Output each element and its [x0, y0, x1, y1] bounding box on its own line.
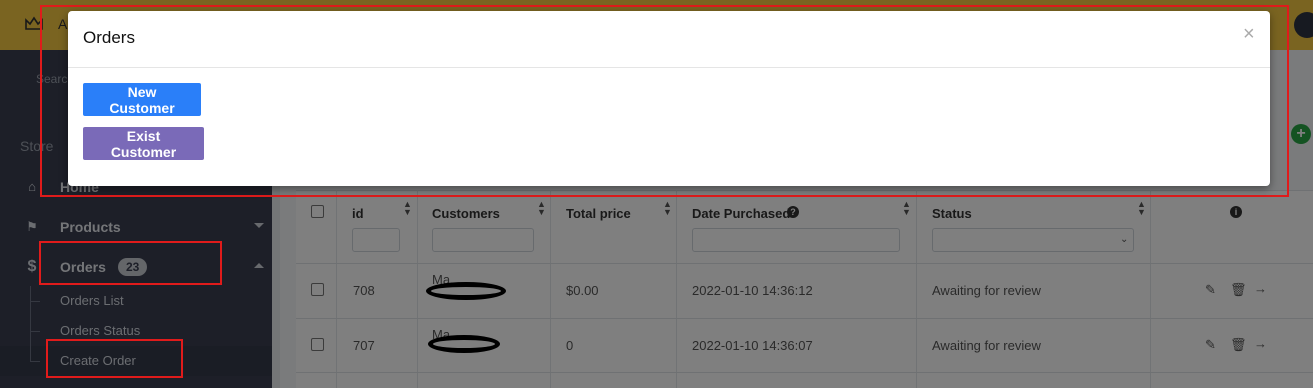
modal-title: Orders: [83, 28, 135, 47]
annotation-box-orders: [39, 241, 222, 285]
orders-modal: Orders × New Customer Exist Customer: [68, 11, 1270, 186]
exist-customer-button[interactable]: Exist Customer: [83, 127, 204, 160]
new-customer-button[interactable]: New Customer: [83, 83, 201, 116]
modal-header: Orders ×: [68, 11, 1270, 68]
close-icon[interactable]: ×: [1243, 23, 1255, 46]
annotation-box-create-order: [46, 339, 183, 378]
